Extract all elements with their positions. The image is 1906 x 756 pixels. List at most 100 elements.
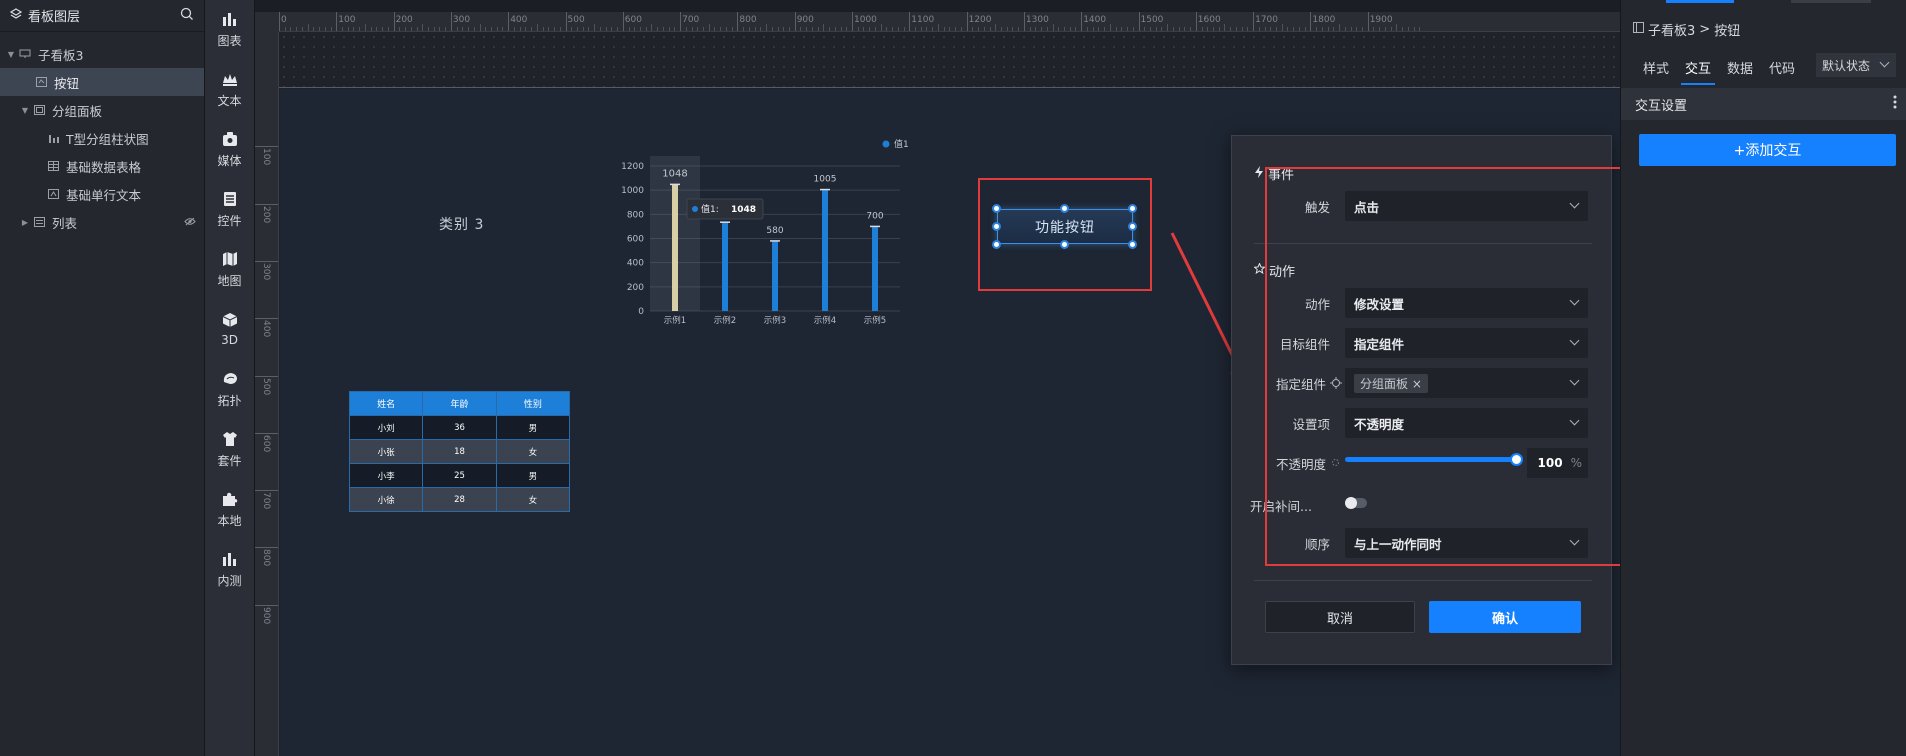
ruler-tick-label: 800 — [261, 549, 271, 567]
ruler-minor-tick — [708, 24, 710, 31]
layer-item-sub-board[interactable]: ▼ 子看板3 — [0, 40, 204, 68]
media-icon — [222, 131, 238, 149]
component-beta[interactable]: 内测 — [205, 540, 254, 600]
table-cell: 小张 — [348, 439, 424, 464]
ruler-minor-tick — [342, 27, 344, 31]
more-icon[interactable] — [1893, 95, 1897, 113]
ruler-minor-tick — [651, 24, 653, 31]
ruler-minor-tick — [1327, 27, 1329, 31]
ruler-minor-tick — [771, 27, 773, 31]
ruler-minor-tick — [1018, 27, 1020, 31]
ruler-top[interactable]: 0 100 200 300 400 500 600 700 800 900 1000 1100 1200… — [255, 12, 1620, 32]
ruler-minor-tick — [536, 24, 538, 31]
ruler-minor-tick — [1379, 27, 1381, 31]
bar-chart-icon — [46, 132, 60, 144]
ruler-minor-tick — [834, 27, 836, 31]
cancel-button[interactable]: 取消 — [1265, 601, 1415, 633]
layer-item-button[interactable]: 按钮 — [0, 68, 204, 96]
resize-handle[interactable] — [992, 222, 1001, 231]
data-label: 700 — [866, 211, 883, 221]
ruler-tick — [1253, 12, 1255, 31]
ruler-minor-tick — [823, 24, 825, 31]
function-button[interactable]: 功能按钮 — [997, 209, 1133, 244]
ruler-minor-tick — [1247, 27, 1249, 31]
ruler-minor-tick — [1241, 27, 1243, 31]
layer-item-bar-chart[interactable]: T型分组柱状图 — [0, 124, 204, 152]
bar-chart-widget[interactable]: 0 200 400 600 800 1000 1200 1048 示例1 示例2 580 示例3 100… — [615, 128, 930, 333]
ruler-tick — [255, 375, 278, 377]
ruler-minor-tick — [1127, 27, 1129, 31]
layer-item-table[interactable]: 基础数据表格 — [0, 152, 204, 180]
ruler-minor-tick — [1304, 27, 1306, 31]
layer-item-group-panel[interactable]: ▼ 分组面板 — [0, 96, 204, 124]
layer-panel-header: 看板图层 — [0, 0, 204, 32]
table-cell: 25 — [422, 463, 497, 488]
ruler-minor-tick — [1413, 27, 1415, 31]
tab-code[interactable]: 代码 — [1761, 54, 1803, 85]
confirm-button[interactable]: 确认 — [1429, 601, 1581, 633]
data-table[interactable]: 姓名 年龄 性别 小刘 36 男 小张 18 女 小李 25 男 小徐 28 女 — [348, 391, 571, 512]
ruler-minor-tick — [788, 27, 790, 31]
add-interaction-button[interactable]: +添加交互 — [1639, 134, 1896, 166]
ruler-minor-tick — [703, 27, 705, 31]
ruler-minor-tick — [955, 27, 957, 31]
ruler-minor-tick — [1373, 27, 1375, 31]
component-local[interactable]: 本地 — [205, 480, 254, 540]
resize-handle[interactable] — [1128, 240, 1137, 249]
legend-marker — [882, 140, 890, 148]
category-text[interactable]: 类别 3 — [439, 214, 484, 234]
app: 看板图层 ▼ 子看板3 按钮 ▼ 分组面板 T型分组柱状图 基础数据表格 基础单… — [0, 0, 1906, 756]
tab-interaction[interactable]: 交互 — [1677, 54, 1719, 85]
ruler-minor-tick — [307, 24, 309, 31]
ruler-minor-tick — [1212, 27, 1214, 31]
ruler-tick — [255, 203, 278, 205]
legend-label: 值1 — [894, 138, 909, 150]
caret-down-icon[interactable]: ▼ — [4, 50, 18, 59]
ruler-minor-tick — [330, 27, 332, 31]
breadcrumb-parent[interactable]: 子看板3 — [1648, 20, 1695, 39]
component-label: 拓扑 — [217, 393, 242, 408]
component-media[interactable]: 媒体 — [205, 120, 254, 180]
ruler-tick-label: 1100 — [911, 15, 935, 25]
ruler-minor-tick — [748, 27, 750, 31]
ruler-corner — [255, 12, 279, 32]
breadcrumb: 子看板3 > 按钮 — [1633, 20, 1740, 39]
ruler-minor-tick — [731, 27, 733, 31]
resize-handle[interactable] — [1128, 222, 1137, 231]
ruler-minor-tick — [783, 27, 785, 31]
resize-handle[interactable] — [1060, 240, 1069, 249]
resize-handle[interactable] — [1128, 204, 1137, 213]
layer-item-text[interactable]: 基础单行文本 — [0, 180, 204, 208]
component-chart[interactable]: 图表 — [205, 0, 254, 60]
component-label: 媒体 — [217, 153, 242, 168]
ruler-minor-tick — [1258, 27, 1260, 31]
resize-handle[interactable] — [992, 240, 1001, 249]
search-icon[interactable] — [180, 7, 194, 25]
ruler-left[interactable]: 100 200 300 400 500 600 700 800 900 — [255, 32, 279, 756]
component-map[interactable]: 地图 — [205, 240, 254, 300]
tab-style[interactable]: 样式 — [1635, 54, 1677, 85]
resize-handle[interactable] — [1060, 204, 1069, 213]
caret-down-icon[interactable]: ▼ — [18, 106, 32, 115]
ruler-minor-tick — [1350, 27, 1352, 31]
ruler-minor-tick — [290, 27, 292, 31]
caret-right-icon[interactable]: ▶ — [18, 218, 32, 227]
ruler-minor-tick — [1035, 27, 1037, 31]
hidden-eye-icon[interactable] — [184, 216, 196, 229]
ruler-minor-tick — [1104, 27, 1106, 31]
resize-handle[interactable] — [992, 204, 1001, 213]
component-3d[interactable]: 3D — [205, 300, 254, 360]
ruler-minor-tick — [634, 27, 636, 31]
layer-item-list[interactable]: ▶ 列表 — [0, 208, 204, 236]
component-kit[interactable]: 套件 — [205, 420, 254, 480]
ruler-minor-tick — [1121, 27, 1123, 31]
tab-data[interactable]: 数据 — [1719, 54, 1761, 85]
ruler-minor-tick — [399, 27, 401, 31]
ruler-minor-tick — [445, 27, 447, 31]
component-control[interactable]: 控件 — [205, 180, 254, 240]
ruler-tick-label: 1400 — [1083, 15, 1107, 25]
state-select[interactable]: 默认状态 — [1816, 53, 1896, 77]
component-text[interactable]: 文本 — [205, 60, 254, 120]
component-topology[interactable]: 拓扑 — [205, 360, 254, 420]
ruler-minor-tick — [1184, 27, 1186, 31]
